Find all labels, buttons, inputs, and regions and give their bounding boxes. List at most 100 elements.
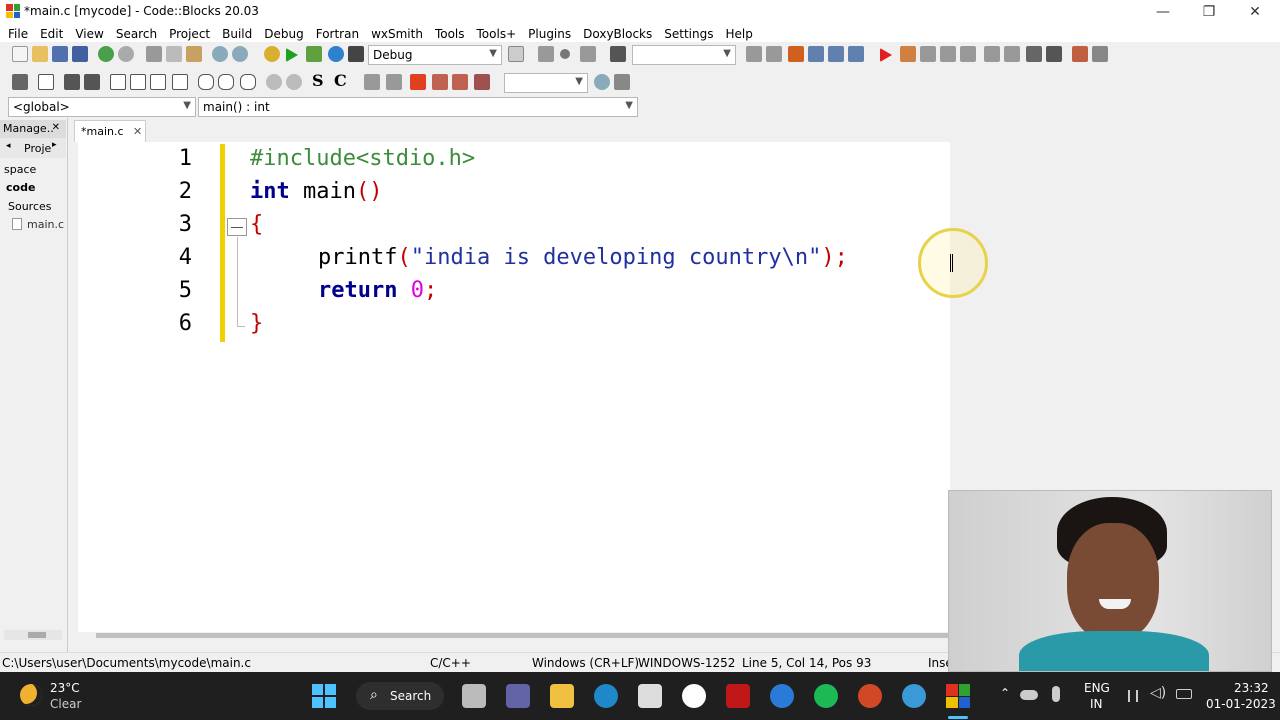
s-icon[interactable]: S — [312, 71, 328, 90]
search-symbol-icon[interactable] — [594, 74, 610, 90]
zoom-in-icon[interactable] — [266, 74, 282, 90]
powerpoint-icon[interactable] — [858, 684, 882, 708]
open-file-icon[interactable] — [32, 46, 48, 62]
chevron-left-icon[interactable]: ◂ — [6, 141, 11, 151]
build-gear-icon[interactable] — [264, 46, 280, 62]
code-editor[interactable]: 1 2 3 4 5 6 #include<stdio.h> int main()… — [78, 142, 950, 632]
back-arrow-icon[interactable] — [364, 74, 380, 90]
next-line-icon[interactable] — [920, 46, 936, 62]
prev-bookmark-icon[interactable] — [432, 74, 448, 90]
menu-file[interactable]: File — [2, 27, 34, 41]
clear-icon[interactable] — [610, 46, 626, 62]
volume-icon[interactable]: ◁) — [1150, 685, 1166, 701]
step-into-icon[interactable] — [940, 46, 956, 62]
language-top[interactable]: ENG — [1084, 681, 1110, 695]
step-instruction-icon[interactable] — [1004, 46, 1020, 62]
info-icon[interactable] — [1092, 46, 1108, 62]
toolbar-select-empty[interactable]: ▼ — [632, 45, 736, 65]
next-bookmark-icon[interactable] — [452, 74, 468, 90]
menu-edit[interactable]: Edit — [34, 27, 69, 41]
pointer-icon[interactable] — [12, 74, 28, 90]
save-all-icon[interactable] — [72, 46, 88, 62]
rounded-block-icon[interactable] — [198, 74, 214, 90]
bookmark-flag-icon[interactable] — [410, 74, 426, 90]
teams-icon[interactable] — [506, 684, 530, 708]
close-management-icon[interactable]: ✕ — [52, 122, 60, 133]
replace-icon[interactable] — [232, 46, 248, 62]
menu-build[interactable]: Build — [216, 27, 258, 41]
bookmark-dot-icon[interactable] — [560, 49, 570, 59]
clock-date[interactable]: 01-01-2023 — [1206, 697, 1276, 711]
panel-scrollbar[interactable] — [4, 630, 62, 640]
find-icon[interactable] — [212, 46, 228, 62]
rounded-block2-icon[interactable] — [218, 74, 234, 90]
network-icon[interactable] — [1128, 690, 1138, 702]
taskbar-search[interactable]: ⌕ Search — [356, 682, 444, 710]
block-icon[interactable] — [110, 74, 126, 90]
battery-icon[interactable] — [1176, 689, 1192, 699]
edge-icon[interactable] — [594, 684, 618, 708]
cortana-icon[interactable] — [902, 684, 926, 708]
rounded-block3-icon[interactable] — [240, 74, 256, 90]
regex-icon[interactable] — [848, 46, 864, 62]
menu-settings[interactable]: Settings — [658, 27, 719, 41]
undo-icon[interactable] — [98, 46, 114, 62]
abort-icon[interactable] — [348, 46, 364, 62]
clear-bookmarks-icon[interactable] — [474, 74, 490, 90]
clock-time[interactable]: 23:32 — [1234, 681, 1269, 695]
match-case-icon[interactable] — [828, 46, 844, 62]
store-icon[interactable] — [638, 684, 662, 708]
cut-icon[interactable] — [146, 46, 162, 62]
fold-marker-icon[interactable] — [227, 218, 247, 236]
select-icon[interactable] — [808, 46, 824, 62]
pause-icon[interactable] — [1026, 46, 1042, 62]
task-view-icon[interactable] — [462, 684, 486, 708]
run-icon[interactable] — [286, 48, 298, 62]
paste-icon[interactable] — [186, 46, 202, 62]
menu-project[interactable]: Project — [163, 27, 216, 41]
debug-run-icon[interactable] — [880, 48, 892, 62]
forward-arrow-icon[interactable] — [386, 74, 402, 90]
jump-back-icon[interactable] — [538, 46, 554, 62]
menu-view[interactable]: View — [69, 27, 109, 41]
debug-windows-icon[interactable] — [1072, 46, 1088, 62]
menu-search[interactable]: Search — [110, 27, 163, 41]
next-icon[interactable] — [766, 46, 782, 62]
close-tab-icon[interactable]: ✕ — [133, 125, 142, 138]
step-out-icon[interactable] — [960, 46, 976, 62]
build-and-run-icon[interactable] — [306, 46, 322, 62]
mcafee-icon[interactable] — [726, 684, 750, 708]
menu-doxyblocks[interactable]: DoxyBlocks — [577, 27, 658, 41]
frame-icon[interactable] — [38, 74, 54, 90]
scope-select[interactable]: <global> ▼ — [8, 97, 196, 117]
file-explorer-icon[interactable] — [550, 684, 574, 708]
c-icon[interactable]: C — [334, 71, 350, 90]
redo-icon[interactable] — [118, 46, 134, 62]
github-icon[interactable] — [682, 684, 706, 708]
menu-fortran[interactable]: Fortran — [310, 27, 365, 41]
onedrive-icon[interactable] — [1020, 690, 1038, 700]
windows-start-icon[interactable] — [312, 684, 336, 708]
box-icon[interactable] — [64, 74, 80, 90]
highlight-icon[interactable] — [788, 46, 804, 62]
run-to-cursor-icon[interactable] — [900, 46, 916, 62]
close-window-button[interactable]: ✕ — [1232, 0, 1278, 24]
chevron-right-icon[interactable]: ▸ — [52, 140, 57, 150]
block2-icon[interactable] — [130, 74, 146, 90]
spotify-icon[interactable] — [814, 684, 838, 708]
language-bottom[interactable]: IN — [1090, 697, 1103, 711]
prev-icon[interactable] — [746, 46, 762, 62]
help-icon[interactable] — [770, 684, 794, 708]
zoom-out-icon[interactable] — [286, 74, 302, 90]
next-instruction-icon[interactable] — [984, 46, 1000, 62]
block4-icon[interactable] — [172, 74, 188, 90]
tree-item-project[interactable]: code — [6, 181, 35, 194]
tree-item-main-c[interactable]: main.c — [27, 218, 64, 231]
chevron-up-icon[interactable]: ⌃ — [1000, 686, 1010, 700]
build-target-select[interactable]: Debug ▼ — [368, 45, 502, 65]
shape-icon[interactable] — [84, 74, 100, 90]
codeblocks-taskbar-icon[interactable] — [946, 684, 970, 708]
tree-item-sources[interactable]: Sources — [8, 200, 52, 213]
jump-forward-icon[interactable] — [580, 46, 596, 62]
maximize-button[interactable]: ❐ — [1186, 0, 1232, 24]
